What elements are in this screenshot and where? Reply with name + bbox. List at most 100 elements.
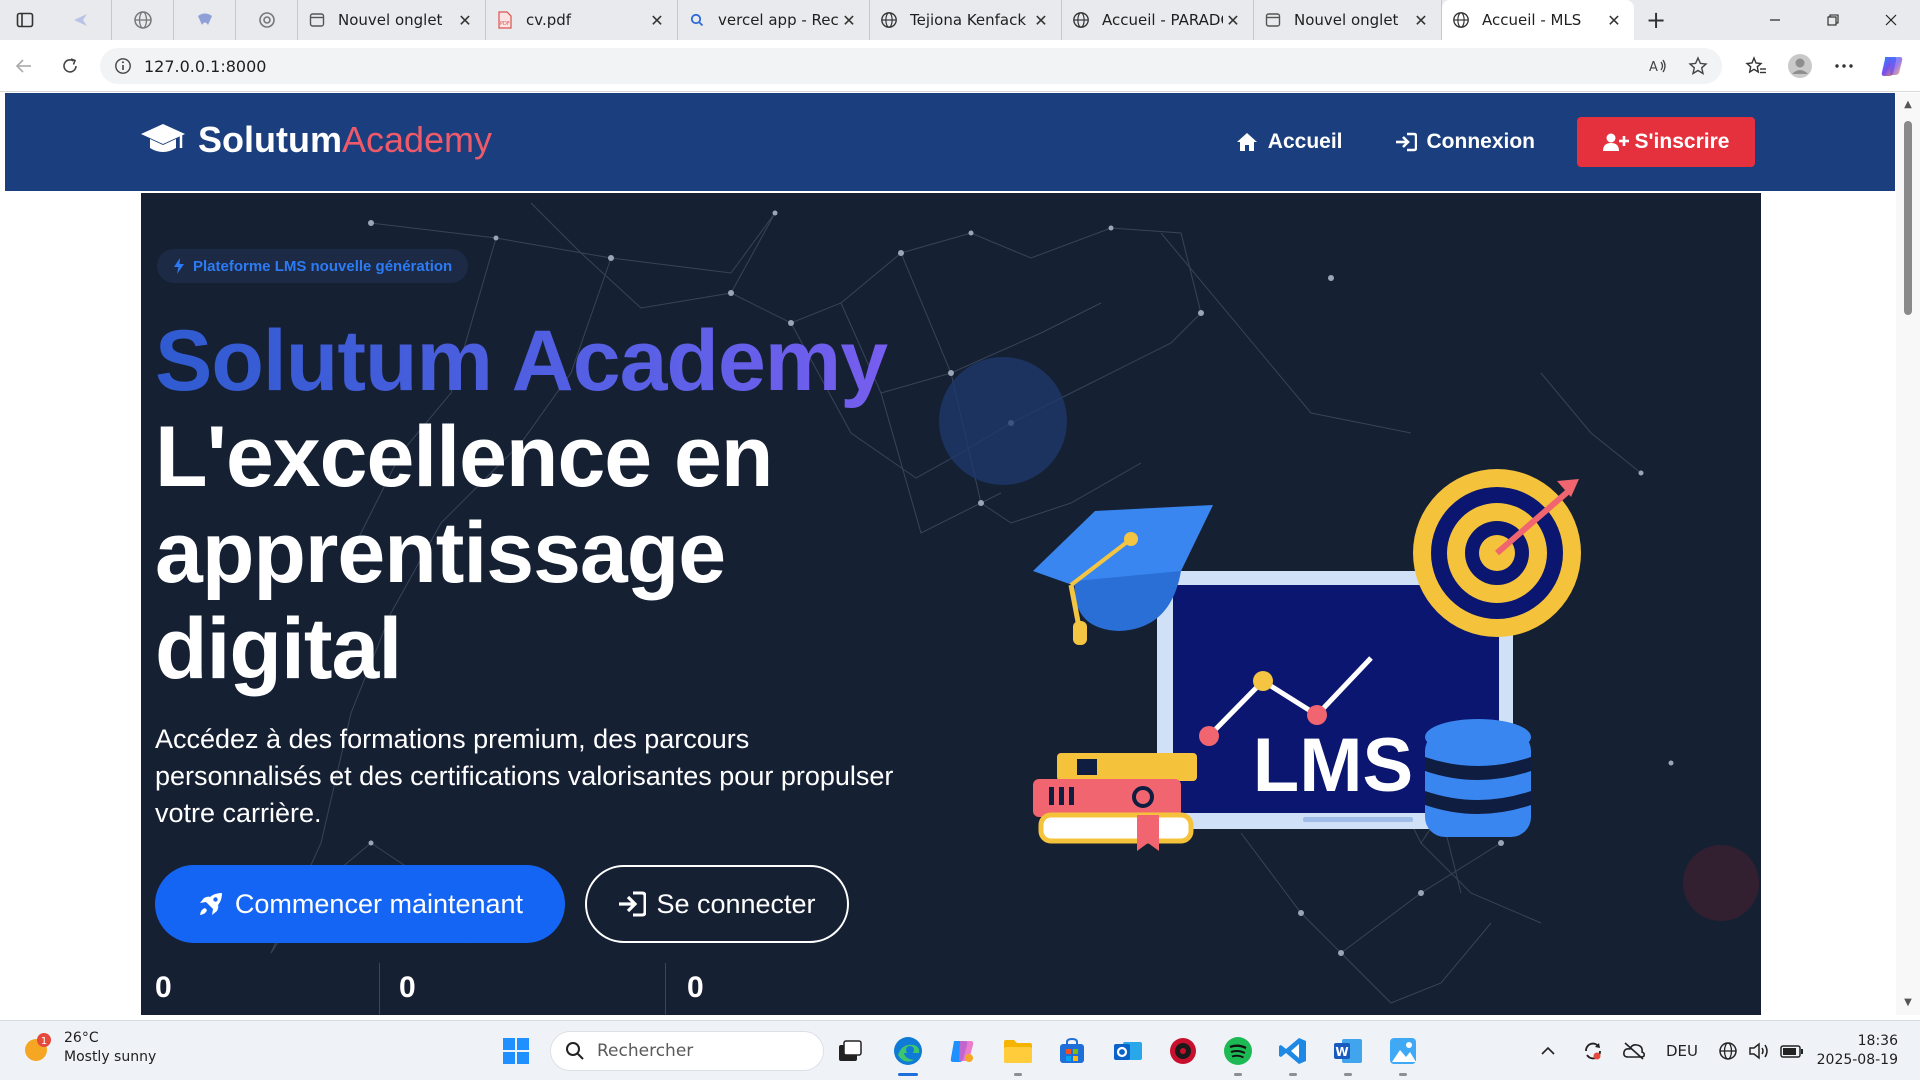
tab-actions-button[interactable] [0,0,50,40]
tab-cv-pdf[interactable]: PDF cv.pdf ✕ [486,0,678,40]
tab-tejiona-kenfack[interactable]: Tejiona Kenfack A ✕ [870,0,1062,40]
pinned-site-icon [73,14,87,26]
new-tab-button[interactable]: + [1634,0,1678,40]
copilot-button[interactable] [1872,46,1912,86]
tab-vercel-search[interactable]: vercel app - Rech ✕ [678,0,870,40]
brand-logo[interactable]: Solutum Academy [140,115,492,165]
close-tab-icon[interactable]: ✕ [1411,11,1431,30]
scroll-down-arrow-icon[interactable]: ▼ [1902,997,1914,1008]
tab-accueil-paradc[interactable]: Accueil - PARADC ✕ [1062,0,1254,40]
open-app-indicator [1344,1073,1352,1076]
brand-name-accent: Academy [341,119,493,160]
signup-label: S'inscrire [1634,130,1730,153]
pdf-icon: PDF [496,11,514,29]
site-navbar: Solutum Academy Accueil Connexion S'inscr… [5,93,1895,191]
close-window-button[interactable] [1862,0,1920,40]
favorites-button[interactable] [1736,46,1776,86]
pinned-app-icon [197,13,212,25]
battery-icon[interactable] [1780,1043,1804,1059]
cloud-offline-icon[interactable] [1622,1041,1646,1061]
weather-temperature: 26°C [64,1030,99,1046]
minimize-button[interactable] [1746,0,1804,40]
sun-weather-icon: 1 [25,1033,51,1061]
word-icon: W [1334,1039,1362,1063]
address-bar[interactable]: 127.0.0.1:8000 A [100,48,1722,84]
back-button[interactable] [2,44,46,88]
tab-nouvel-onglet-2[interactable]: Nouvel onglet ✕ [1254,0,1442,40]
tab-nouvel-onglet-1[interactable]: Nouvel onglet ✕ [298,0,486,40]
copilot-icon [950,1041,974,1062]
taskbar-edge[interactable] [890,1033,926,1069]
rocket-icon [199,893,222,915]
spotify-icon [1224,1037,1252,1065]
svg-text:A: A [1649,60,1658,75]
settings-more-button[interactable] [1824,46,1864,86]
globe-icon [133,11,152,29]
hero-login-button[interactable]: Se connecter [585,865,849,943]
show-hidden-icons-chevron-icon[interactable] [1540,1046,1556,1056]
close-tab-icon[interactable]: ✕ [1223,11,1243,30]
close-tab-icon[interactable]: ✕ [1031,11,1051,30]
books-graphic [1033,753,1197,851]
pinned-tab-4[interactable] [236,0,298,40]
hero-section: Plateforme LMS nouvelle génération Solut… [141,193,1761,1015]
tab-actions-icon [16,12,34,28]
pinned-tab-1[interactable] [50,0,112,40]
clock-date: 2025-08-19 [1816,1052,1898,1068]
reload-button[interactable] [48,44,92,88]
restore-button[interactable] [1804,0,1862,40]
scroll-up-arrow-icon[interactable]: ▲ [1902,99,1914,110]
favorite-star-icon[interactable] [1688,56,1708,76]
nav-link-accueil[interactable]: Accueil [1236,130,1343,154]
site-info-icon[interactable] [114,57,132,75]
close-tab-icon[interactable]: ✕ [455,11,475,30]
weather-widget[interactable]: 1 26°C Mostly sunny [22,1029,156,1067]
input-language[interactable]: DEU [1666,1042,1698,1060]
taskbar-search[interactable]: Rechercher [550,1031,824,1071]
hero-subtitle-line: votre carrière. [155,798,322,828]
restore-icon [1827,14,1839,26]
taskbar-spotify[interactable] [1220,1033,1256,1069]
browser-toolbar: 127.0.0.1:8000 A [0,40,1920,92]
tab-accueil-mls[interactable]: Accueil - MLS ✕ [1442,0,1634,40]
taskbar-copilot[interactable] [944,1033,980,1069]
pinned-tab-2[interactable] [112,0,174,40]
scrollbar-thumb[interactable] [1904,121,1912,315]
taskbar-photos[interactable] [1385,1033,1421,1069]
signup-button[interactable]: S'inscrire [1577,117,1755,167]
hero-heading-line: apprentissage [155,505,726,601]
task-view-button[interactable] [832,1033,868,1069]
clock-time: 18:36 [1857,1033,1898,1049]
taskbar-store[interactable] [1054,1033,1090,1069]
page-scrollbar[interactable]: ▲ ▼ [1896,93,1920,1015]
search-icon [688,11,706,29]
profile-button[interactable] [1780,46,1820,86]
taskbar-app-red[interactable] [1165,1033,1201,1069]
user-plus-icon [1602,133,1629,151]
close-tab-icon[interactable]: ✕ [647,11,667,30]
address-bar-actions: A [1648,48,1708,84]
pinned-tab-3[interactable] [174,0,236,40]
volume-icon[interactable] [1748,1041,1770,1061]
taskbar-file-explorer[interactable] [1000,1033,1036,1069]
close-tab-icon[interactable]: ✕ [1604,11,1624,30]
windows-taskbar: 1 26°C Mostly sunny Rechercher W DEU 18:… [0,1020,1920,1080]
taskbar-word[interactable]: W [1330,1033,1366,1069]
vscode-icon [1279,1038,1306,1064]
sync-icon[interactable] [1582,1040,1604,1062]
taskbar-outlook[interactable] [1110,1033,1146,1069]
start-button[interactable] [498,1033,534,1069]
close-tab-icon[interactable]: ✕ [839,11,859,30]
windows-logo-icon [503,1038,529,1064]
start-now-button[interactable]: Commencer maintenant [155,865,565,943]
taskbar-vscode[interactable] [1275,1033,1311,1069]
nav-link-connexion[interactable]: Connexion [1395,130,1535,154]
tab-label: Nouvel onglet [338,11,443,29]
network-globe-icon[interactable] [1718,1041,1738,1061]
folder-icon [1004,1040,1032,1063]
system-clock[interactable]: 18:36 2025-08-19 [1817,1032,1898,1070]
hero-heading-highlight: Solutum Academy [155,313,1055,409]
read-aloud-icon[interactable]: A [1648,56,1668,76]
tab-label: Accueil - PARADC [1102,11,1223,29]
new-tab-page-icon [308,11,326,29]
